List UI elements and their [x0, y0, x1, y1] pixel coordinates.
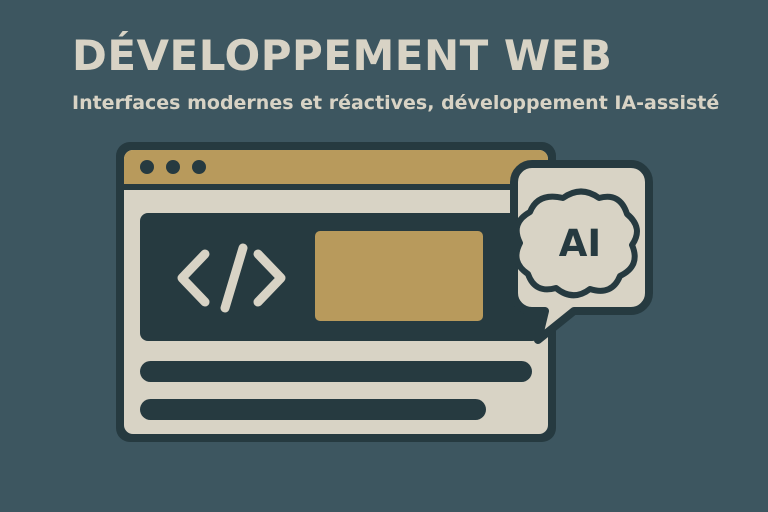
text-line-2 [140, 399, 486, 420]
text-line-1 [140, 361, 532, 382]
browser-window-icon [116, 142, 556, 442]
content-block [315, 231, 483, 321]
window-dot-1 [140, 160, 154, 174]
window-dot-2 [166, 160, 180, 174]
web-development-illustration: AI [116, 142, 653, 442]
title-bar [124, 150, 548, 186]
ai-label: AI [559, 222, 601, 265]
ai-brain-icon: AI [513, 188, 640, 299]
window-dot-3 [192, 160, 206, 174]
